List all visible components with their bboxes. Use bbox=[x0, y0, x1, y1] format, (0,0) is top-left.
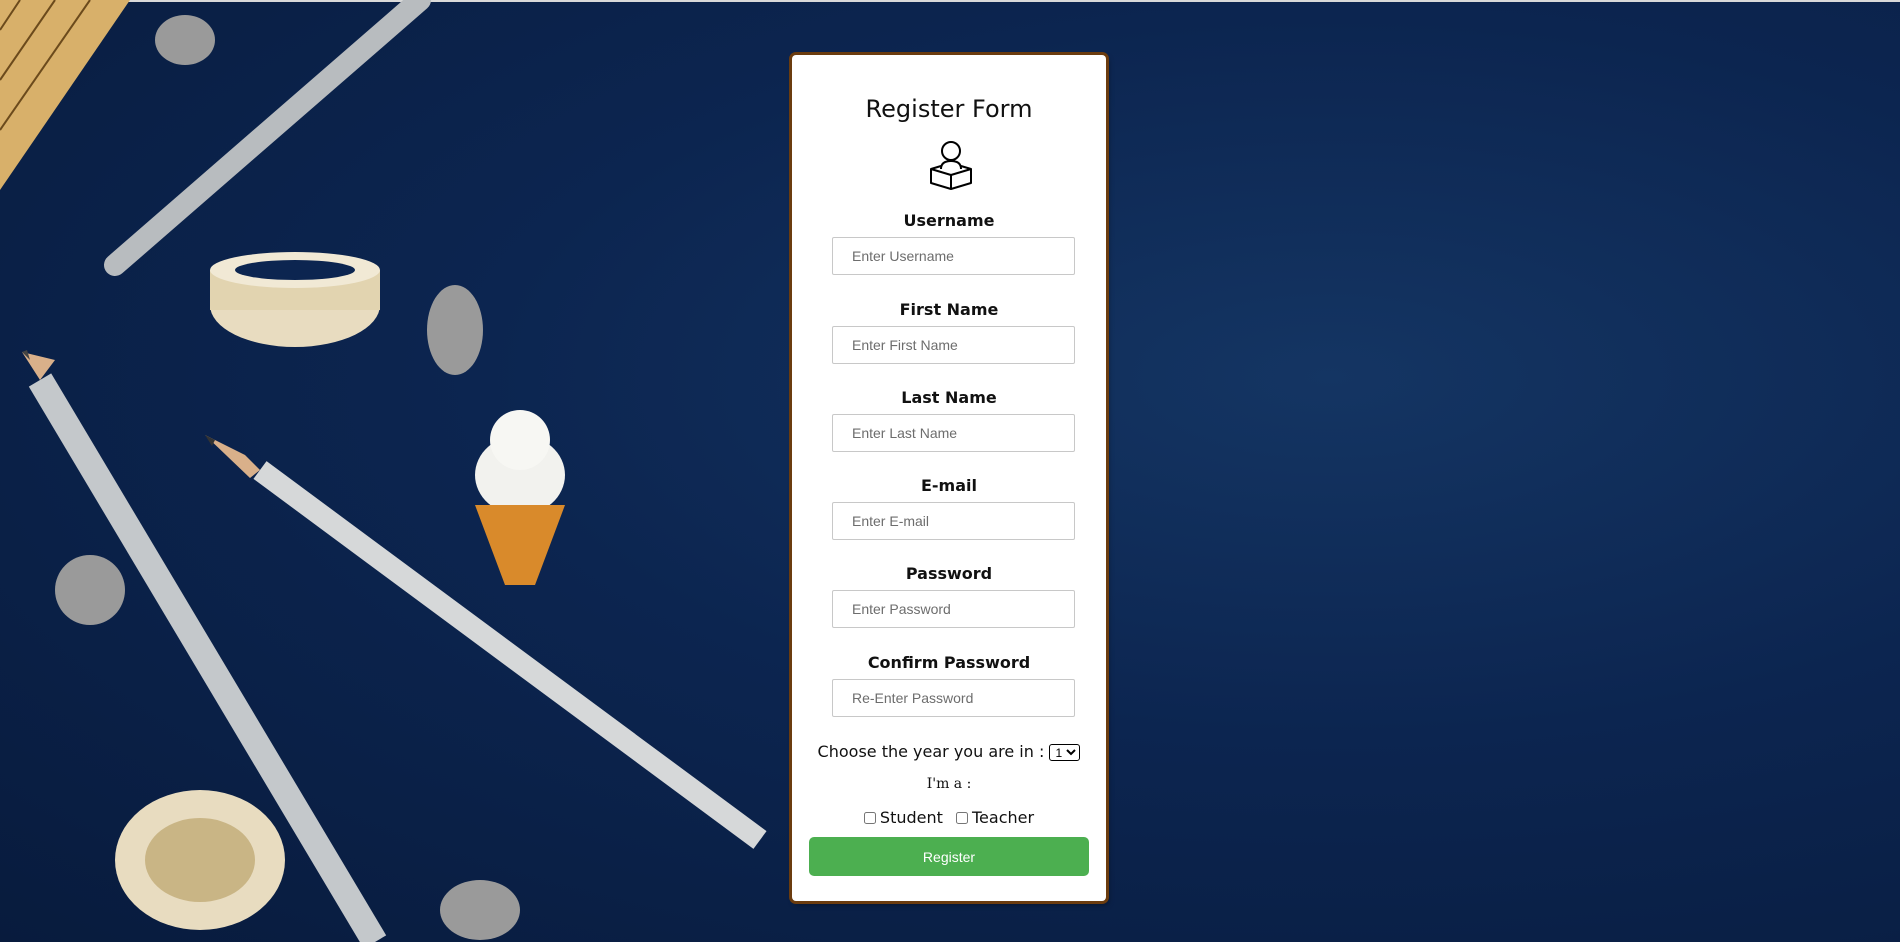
username-field-group: Username bbox=[792, 211, 1106, 275]
teacher-option[interactable]: Teacher bbox=[956, 808, 1034, 827]
first-name-field-group: First Name bbox=[792, 300, 1106, 364]
register-form-card: Register Form Username First Name Last N… bbox=[792, 55, 1106, 901]
year-select-row: Choose the year you are in : 1 bbox=[792, 742, 1106, 761]
year-select[interactable]: 1 bbox=[1049, 744, 1081, 761]
email-field-group: E-mail bbox=[792, 476, 1106, 540]
email-label: E-mail bbox=[920, 476, 977, 495]
ruler-decoration bbox=[0, 0, 130, 190]
confirm-password-label: Confirm Password bbox=[867, 653, 1031, 672]
ice-cream-eraser-decoration bbox=[475, 410, 565, 585]
student-label: Student bbox=[879, 808, 943, 827]
background-desk-image bbox=[0, 0, 767, 942]
student-checkbox[interactable] bbox=[863, 812, 876, 824]
year-select-label: Choose the year you are in : bbox=[817, 742, 1045, 761]
username-input[interactable] bbox=[832, 237, 1075, 275]
tape-roll-decoration-bottom bbox=[115, 790, 285, 930]
teacher-label: Teacher bbox=[972, 808, 1035, 827]
last-name-input[interactable] bbox=[832, 414, 1075, 452]
first-name-input[interactable] bbox=[832, 326, 1075, 364]
user-with-book-icon bbox=[930, 141, 972, 190]
tape-roll-decoration bbox=[210, 252, 380, 347]
role-checkbox-row: Student Teacher bbox=[792, 808, 1106, 827]
confirm-password-input[interactable] bbox=[832, 679, 1075, 717]
register-button[interactable]: Register bbox=[809, 837, 1089, 876]
email-input[interactable] bbox=[832, 502, 1075, 540]
first-name-label: First Name bbox=[899, 300, 999, 319]
password-label: Password bbox=[905, 564, 993, 583]
last-name-field-group: Last Name bbox=[792, 388, 1106, 452]
student-option[interactable]: Student bbox=[863, 808, 948, 827]
username-label: Username bbox=[903, 211, 995, 230]
teacher-checkbox[interactable] bbox=[956, 812, 968, 824]
confirm-password-field-group: Confirm Password bbox=[792, 653, 1106, 717]
role-label: I'm a : bbox=[926, 776, 972, 792]
password-input[interactable] bbox=[832, 590, 1075, 628]
form-title: Register Form bbox=[865, 95, 1033, 123]
last-name-label: Last Name bbox=[901, 388, 997, 407]
password-field-group: Password bbox=[792, 564, 1106, 628]
